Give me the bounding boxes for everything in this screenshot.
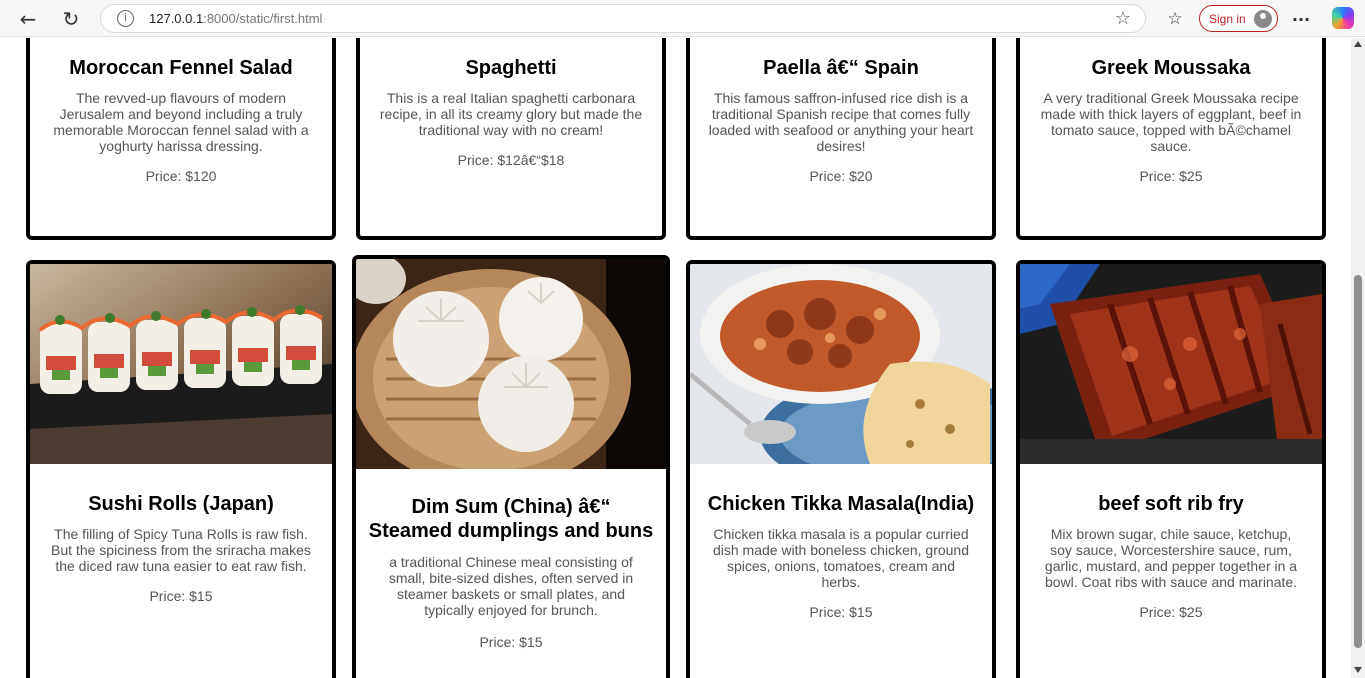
profile-avatar-icon	[1254, 10, 1272, 28]
favorite-star-icon[interactable]: ☆	[1115, 8, 1131, 29]
back-arrow-icon[interactable]: ←	[15, 6, 41, 32]
card-price: Price: $20	[809, 168, 873, 184]
card-description: This famous saffron-infused rice dish is…	[708, 90, 974, 154]
beef-ribs-image	[1020, 264, 1322, 464]
card-price: Price: $25	[1139, 168, 1203, 184]
card-title: Sushi Rolls (Japan)	[88, 493, 274, 515]
sushi-rolls-image	[30, 264, 332, 464]
menu-card[interactable]: beef soft rib fry Mix brown sugar, chile…	[1016, 260, 1326, 678]
page-viewport: Moroccan Fennel Salad The revved-up flav…	[0, 38, 1365, 678]
sign-in-label: Sign in	[1209, 11, 1246, 26]
card-price: Price: $120	[145, 168, 217, 184]
card-title: Chicken Tikka Masala(India)	[707, 493, 975, 515]
url-text: 127.0.0.1:8000/static/first.html	[149, 11, 323, 26]
card-title: Dim Sum (China) â€“ Steamed dumplings an…	[368, 496, 654, 542]
browser-toolbar: ← ↻ i 127.0.0.1:8000/static/first.html ☆…	[0, 0, 1365, 37]
card-title: beef soft rib fry	[1098, 493, 1244, 515]
card-title: Greek Moussaka	[1091, 57, 1251, 79]
copilot-icon[interactable]	[1332, 7, 1354, 29]
card-description: The revved-up flavours of modern Jerusal…	[53, 90, 309, 154]
card-description: The filling of Spicy Tuna Rolls is raw f…	[51, 526, 311, 574]
menu-card[interactable]: Dim Sum (China) â€“ Steamed dumplings an…	[352, 255, 670, 678]
card-title: Paella â€“ Spain	[763, 57, 919, 79]
site-info-icon[interactable]: i	[117, 10, 134, 27]
card-description: a traditional Chinese meal consisting of…	[388, 554, 634, 618]
menu-card[interactable]: Chicken Tikka Masala(India) Chicken tikk…	[686, 260, 996, 678]
card-description: This is a real Italian spaghetti carbona…	[379, 90, 643, 138]
menu-card[interactable]: Spaghetti This is a real Italian spaghet…	[356, 38, 666, 240]
chicken-tikka-image	[690, 264, 992, 464]
dim-sum-image	[356, 259, 666, 469]
card-title: Moroccan Fennel Salad	[69, 57, 293, 79]
sign-in-button[interactable]: Sign in	[1199, 5, 1278, 32]
card-description: A very traditional Greek Moussaka recipe…	[1040, 90, 1302, 154]
more-menu-icon[interactable]: ···	[1288, 6, 1314, 32]
favorites-list-icon[interactable]: ☆	[1162, 6, 1188, 32]
menu-card[interactable]: Moroccan Fennel Salad The revved-up flav…	[26, 38, 336, 240]
scroll-down-arrow-icon[interactable]	[1354, 667, 1362, 673]
card-price: Price: $15	[479, 634, 543, 650]
card-price: Price: $25	[1139, 604, 1203, 620]
card-price: Price: $15	[149, 588, 213, 604]
menu-card[interactable]: Sushi Rolls (Japan) The filling of Spicy…	[26, 260, 336, 678]
scroll-thumb[interactable]	[1354, 275, 1362, 648]
card-description: Mix brown sugar, chile sauce, ketchup, s…	[1044, 526, 1298, 590]
reload-icon[interactable]: ↻	[58, 6, 84, 32]
address-bar[interactable]: i 127.0.0.1:8000/static/first.html ☆	[100, 4, 1146, 33]
card-description: Chicken tikka masala is a popular currie…	[712, 526, 970, 590]
scroll-up-arrow-icon[interactable]	[1354, 41, 1362, 47]
menu-card[interactable]: Paella â€“ Spain This famous saffron-inf…	[686, 38, 996, 240]
card-price: Price: $15	[809, 604, 873, 620]
card-price: Price: $12â€“$18	[457, 152, 565, 168]
vertical-scrollbar[interactable]	[1351, 38, 1365, 678]
menu-card[interactable]: Greek Moussaka A very traditional Greek …	[1016, 38, 1326, 240]
card-title: Spaghetti	[465, 57, 557, 79]
